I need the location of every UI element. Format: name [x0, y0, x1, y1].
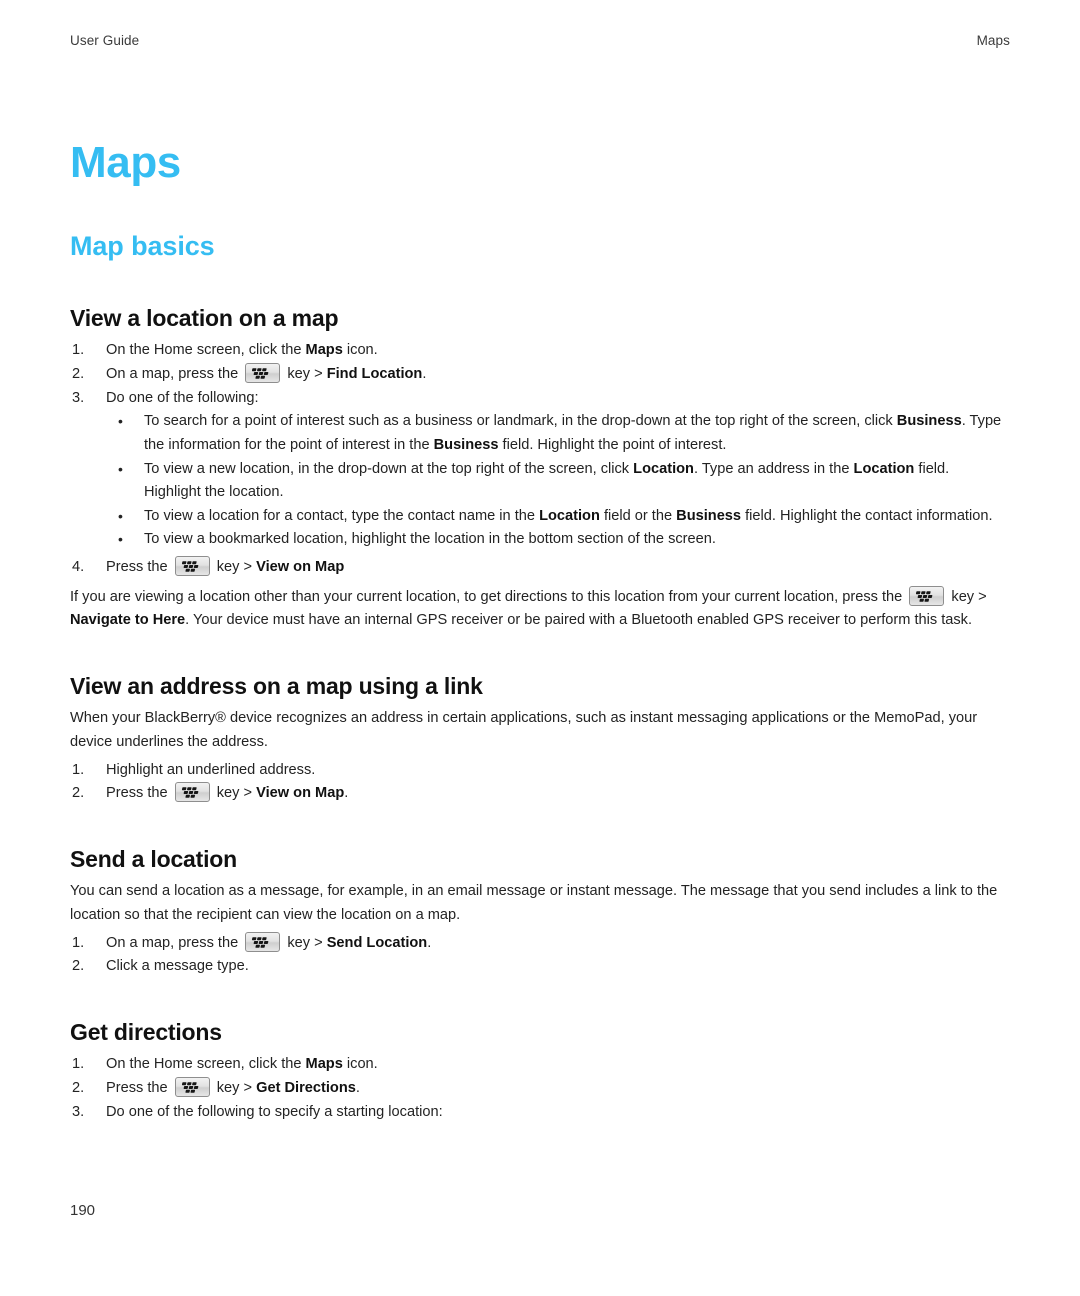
step-number: 2.: [72, 785, 85, 802]
list-item: 1. On the Home screen, click the Maps ico…: [70, 1053, 1010, 1077]
subsection-heading: Get directions: [70, 1019, 222, 1045]
blackberry-menu-key-icon: [245, 362, 281, 383]
header-left-label: User Guide: [70, 33, 140, 48]
bullet-dot-icon: •: [118, 460, 123, 477]
emphasis-text: Business: [676, 507, 742, 524]
subsection-heading: View an address on a map using a link: [70, 673, 483, 699]
page-number: 190: [70, 1202, 96, 1219]
list-item: 1. On the Home screen, click the Maps ico…: [70, 339, 1010, 363]
emphasis-text: Business: [896, 413, 962, 430]
list-item: 2. Press the key > Get Directions.: [70, 1077, 1010, 1101]
bullet-list: • To search for a point of interest such …: [70, 410, 1010, 552]
subsection-heading: View a location on a map: [70, 304, 339, 331]
blackberry-menu-key-icon: [245, 931, 281, 952]
blackberry-menu-key-icon: [174, 556, 210, 577]
step-number: 1.: [72, 761, 85, 778]
bullet-dot-icon: •: [118, 531, 123, 548]
step-number: 2.: [72, 1080, 85, 1097]
intro-paragraph: When your BlackBerry® device recognizes …: [70, 710, 978, 751]
page-content: Maps Map basics View a location on a map…: [70, 138, 1010, 1124]
page-title: Maps: [70, 138, 181, 187]
step-number: 1.: [72, 1056, 85, 1073]
document-page: User Guide Maps Maps Map basics View a l…: [0, 0, 1080, 1296]
list-item: • To view a new location, in the drop-dow…: [112, 458, 1010, 505]
emphasis-text: Find Location: [326, 365, 423, 382]
emphasis-text: Get Directions: [256, 1080, 356, 1097]
running-header: User Guide Maps: [70, 33, 1010, 48]
intro-paragraph: You can send a location as a message, fo…: [70, 883, 998, 924]
step-number: 4.: [72, 559, 85, 576]
numbered-steps-list: 1. Highlight an underlined address. 2. Pres…: [70, 759, 1010, 806]
list-item: 1. On a map, press the key > Send Locatio…: [70, 931, 1010, 956]
emphasis-text: Location: [633, 460, 694, 477]
blackberry-menu-key-icon: [174, 782, 210, 803]
list-item: 3. Do one of the following to specify a s…: [70, 1101, 1010, 1125]
numbered-steps-list: 1. On the Home screen, click the Maps ico…: [70, 339, 1010, 410]
emphasis-text: Location: [539, 507, 600, 524]
emphasis-text: Location: [853, 460, 915, 477]
numbered-steps-list: 1. On the Home screen, click the Maps ico…: [70, 1053, 1010, 1124]
step-number: 2.: [72, 958, 85, 975]
blackberry-menu-key-icon: [174, 1077, 210, 1098]
list-item: • To search for a point of interest such …: [112, 410, 1010, 457]
emphasis-text: Maps: [305, 1056, 343, 1073]
list-item: • To view a location for a contact, type …: [112, 505, 1010, 529]
list-item: 3. Do one of the following:: [70, 387, 1010, 411]
list-item: • To view a bookmarked location, highligh…: [112, 528, 1010, 552]
sections-container: View a location on a map 1. On the Home sc…: [70, 305, 1010, 1124]
list-item: 4. Press the key > View on Map: [70, 556, 1010, 580]
blackberry-menu-key-icon: [909, 585, 945, 606]
step-number: 1.: [72, 342, 85, 359]
list-item: 2. Press the key > View on Map.: [70, 782, 1010, 806]
bullet-dot-icon: •: [118, 507, 123, 524]
list-item: 1. Highlight an underlined address.: [70, 759, 1010, 783]
emphasis-text: Business: [433, 436, 499, 453]
emphasis-text: View on Map: [256, 559, 345, 576]
step-number: 1.: [72, 934, 85, 951]
step-number: 3.: [72, 1103, 85, 1120]
step-number: 2.: [72, 365, 85, 382]
numbered-steps-list-continued: 4. Press the key > View on Map: [70, 556, 1010, 580]
step-number: 3.: [72, 389, 85, 406]
list-item: 2. Click a message type.: [70, 955, 1010, 979]
section-title-map-basics: Map basics: [70, 231, 215, 262]
emphasis-text: Maps: [305, 342, 343, 359]
emphasis-text: View on Map: [256, 785, 345, 802]
numbered-steps-list: 1. On a map, press the key > Send Locatio…: [70, 931, 1010, 979]
bullet-dot-icon: •: [118, 413, 123, 430]
note-paragraph: If you are viewing a location other than…: [70, 585, 1010, 633]
list-item: 2. On a map, press the key > Find Locatio…: [70, 362, 1010, 387]
emphasis-text: Navigate to Here: [70, 612, 186, 629]
subsection-heading: Send a location: [70, 846, 237, 872]
header-right-label: Maps: [976, 33, 1010, 48]
emphasis-text: Send Location: [326, 934, 428, 951]
